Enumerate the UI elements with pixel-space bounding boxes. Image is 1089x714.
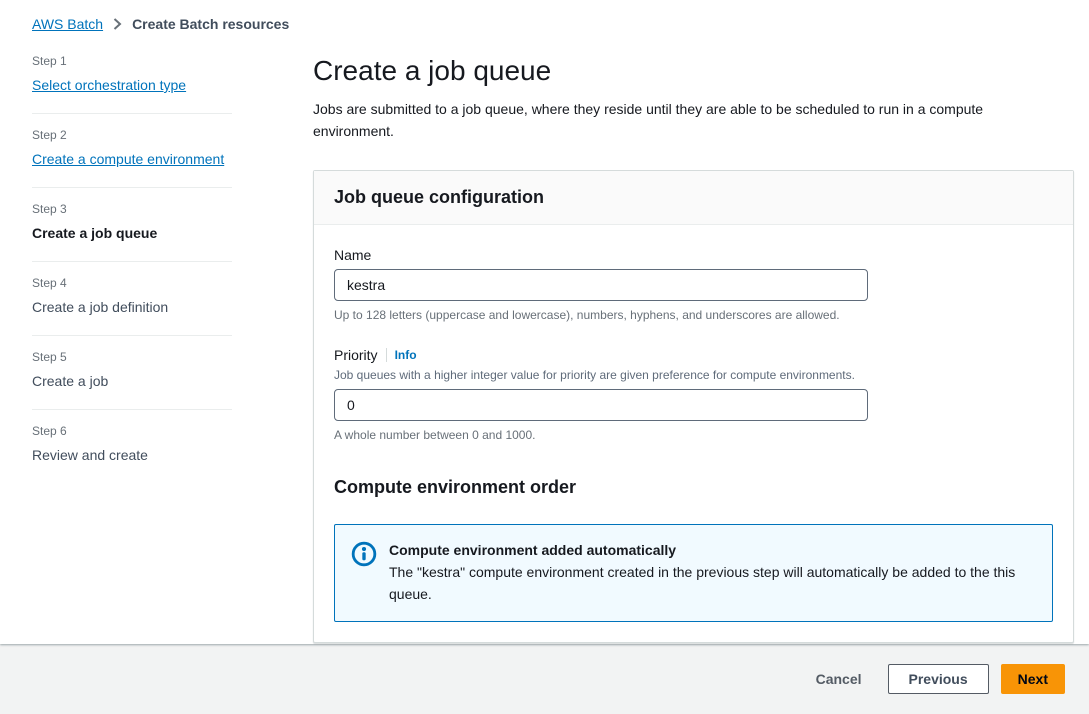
page-description: Jobs are submitted to a job queue, where… bbox=[313, 98, 1013, 142]
priority-field-group: Priority Info Job queues with a higher i… bbox=[334, 347, 1053, 443]
sidebar-step-4-title: Create a job definition bbox=[32, 299, 232, 315]
sidebar-step-5-title: Create a job bbox=[32, 373, 232, 389]
alert-title: Compute environment added automatically bbox=[389, 539, 1036, 561]
sidebar-step-6-title: Review and create bbox=[32, 447, 232, 463]
breadcrumb: AWS Batch Create Batch resources bbox=[32, 16, 1074, 32]
next-button[interactable]: Next bbox=[1001, 664, 1065, 694]
step-number-label: Step 2 bbox=[32, 128, 232, 142]
sidebar-step-2-link[interactable]: Create a compute environment bbox=[32, 151, 224, 167]
step-number-label: Step 3 bbox=[32, 202, 232, 216]
sidebar-step-1-link[interactable]: Select orchestration type bbox=[32, 77, 186, 93]
breadcrumb-current: Create Batch resources bbox=[132, 16, 289, 32]
name-field-group: Name Up to 128 letters (uppercase and lo… bbox=[334, 247, 1053, 323]
panel-header: Job queue configuration bbox=[314, 171, 1073, 225]
step-number-label: Step 4 bbox=[32, 276, 232, 290]
name-field-helper: Up to 128 letters (uppercase and lowerca… bbox=[334, 307, 1053, 323]
breadcrumb-separator-icon bbox=[113, 18, 122, 30]
step-number-label: Step 1 bbox=[32, 54, 232, 68]
name-field-label: Name bbox=[334, 247, 1053, 263]
priority-input[interactable] bbox=[334, 389, 868, 421]
wizard-steps-sidebar: Step 1 Select orchestration type Step 2 … bbox=[32, 54, 232, 483]
sidebar-step-6: Step 6 Review and create bbox=[32, 410, 232, 483]
info-icon bbox=[351, 541, 377, 567]
sidebar-step-3-current: Step 3 Create a job queue bbox=[32, 188, 232, 262]
step-number-label: Step 5 bbox=[32, 350, 232, 364]
cancel-button[interactable]: Cancel bbox=[812, 665, 866, 693]
sidebar-step-3-title: Create a job queue bbox=[32, 225, 232, 241]
priority-field-helper: A whole number between 0 and 1000. bbox=[334, 427, 1053, 443]
info-alert: Compute environment added automatically … bbox=[334, 524, 1053, 622]
sidebar-step-5: Step 5 Create a job bbox=[32, 336, 232, 410]
sidebar-step-2: Step 2 Create a compute environment bbox=[32, 114, 232, 188]
breadcrumb-link-aws-batch[interactable]: AWS Batch bbox=[32, 16, 103, 32]
alert-content: Compute environment added automatically … bbox=[389, 539, 1036, 605]
alert-body: The "kestra" compute environment created… bbox=[389, 561, 1036, 605]
sidebar-step-1: Step 1 Select orchestration type bbox=[32, 54, 232, 114]
step-number-label: Step 6 bbox=[32, 424, 232, 438]
main-content: Create a job queue Jobs are submitted to… bbox=[313, 54, 1074, 643]
job-queue-configuration-panel: Job queue configuration Name Up to 128 l… bbox=[313, 170, 1074, 643]
priority-field-label: Priority bbox=[334, 347, 378, 363]
compute-environment-order-title: Compute environment order bbox=[334, 477, 1053, 498]
label-divider bbox=[386, 348, 387, 362]
sidebar-step-4: Step 4 Create a job definition bbox=[32, 262, 232, 336]
name-input[interactable] bbox=[334, 269, 868, 301]
panel-body: Name Up to 128 letters (uppercase and lo… bbox=[314, 225, 1073, 642]
priority-field-description: Job queues with a higher integer value f… bbox=[334, 367, 1053, 383]
priority-info-link[interactable]: Info bbox=[395, 348, 417, 362]
page-title: Create a job queue bbox=[313, 54, 1074, 88]
previous-button[interactable]: Previous bbox=[888, 664, 989, 694]
panel-title: Job queue configuration bbox=[334, 187, 1053, 208]
wizard-footer: Cancel Previous Next bbox=[0, 644, 1089, 714]
wizard-sheet: AWS Batch Create Batch resources Step 1 … bbox=[0, 0, 1089, 644]
